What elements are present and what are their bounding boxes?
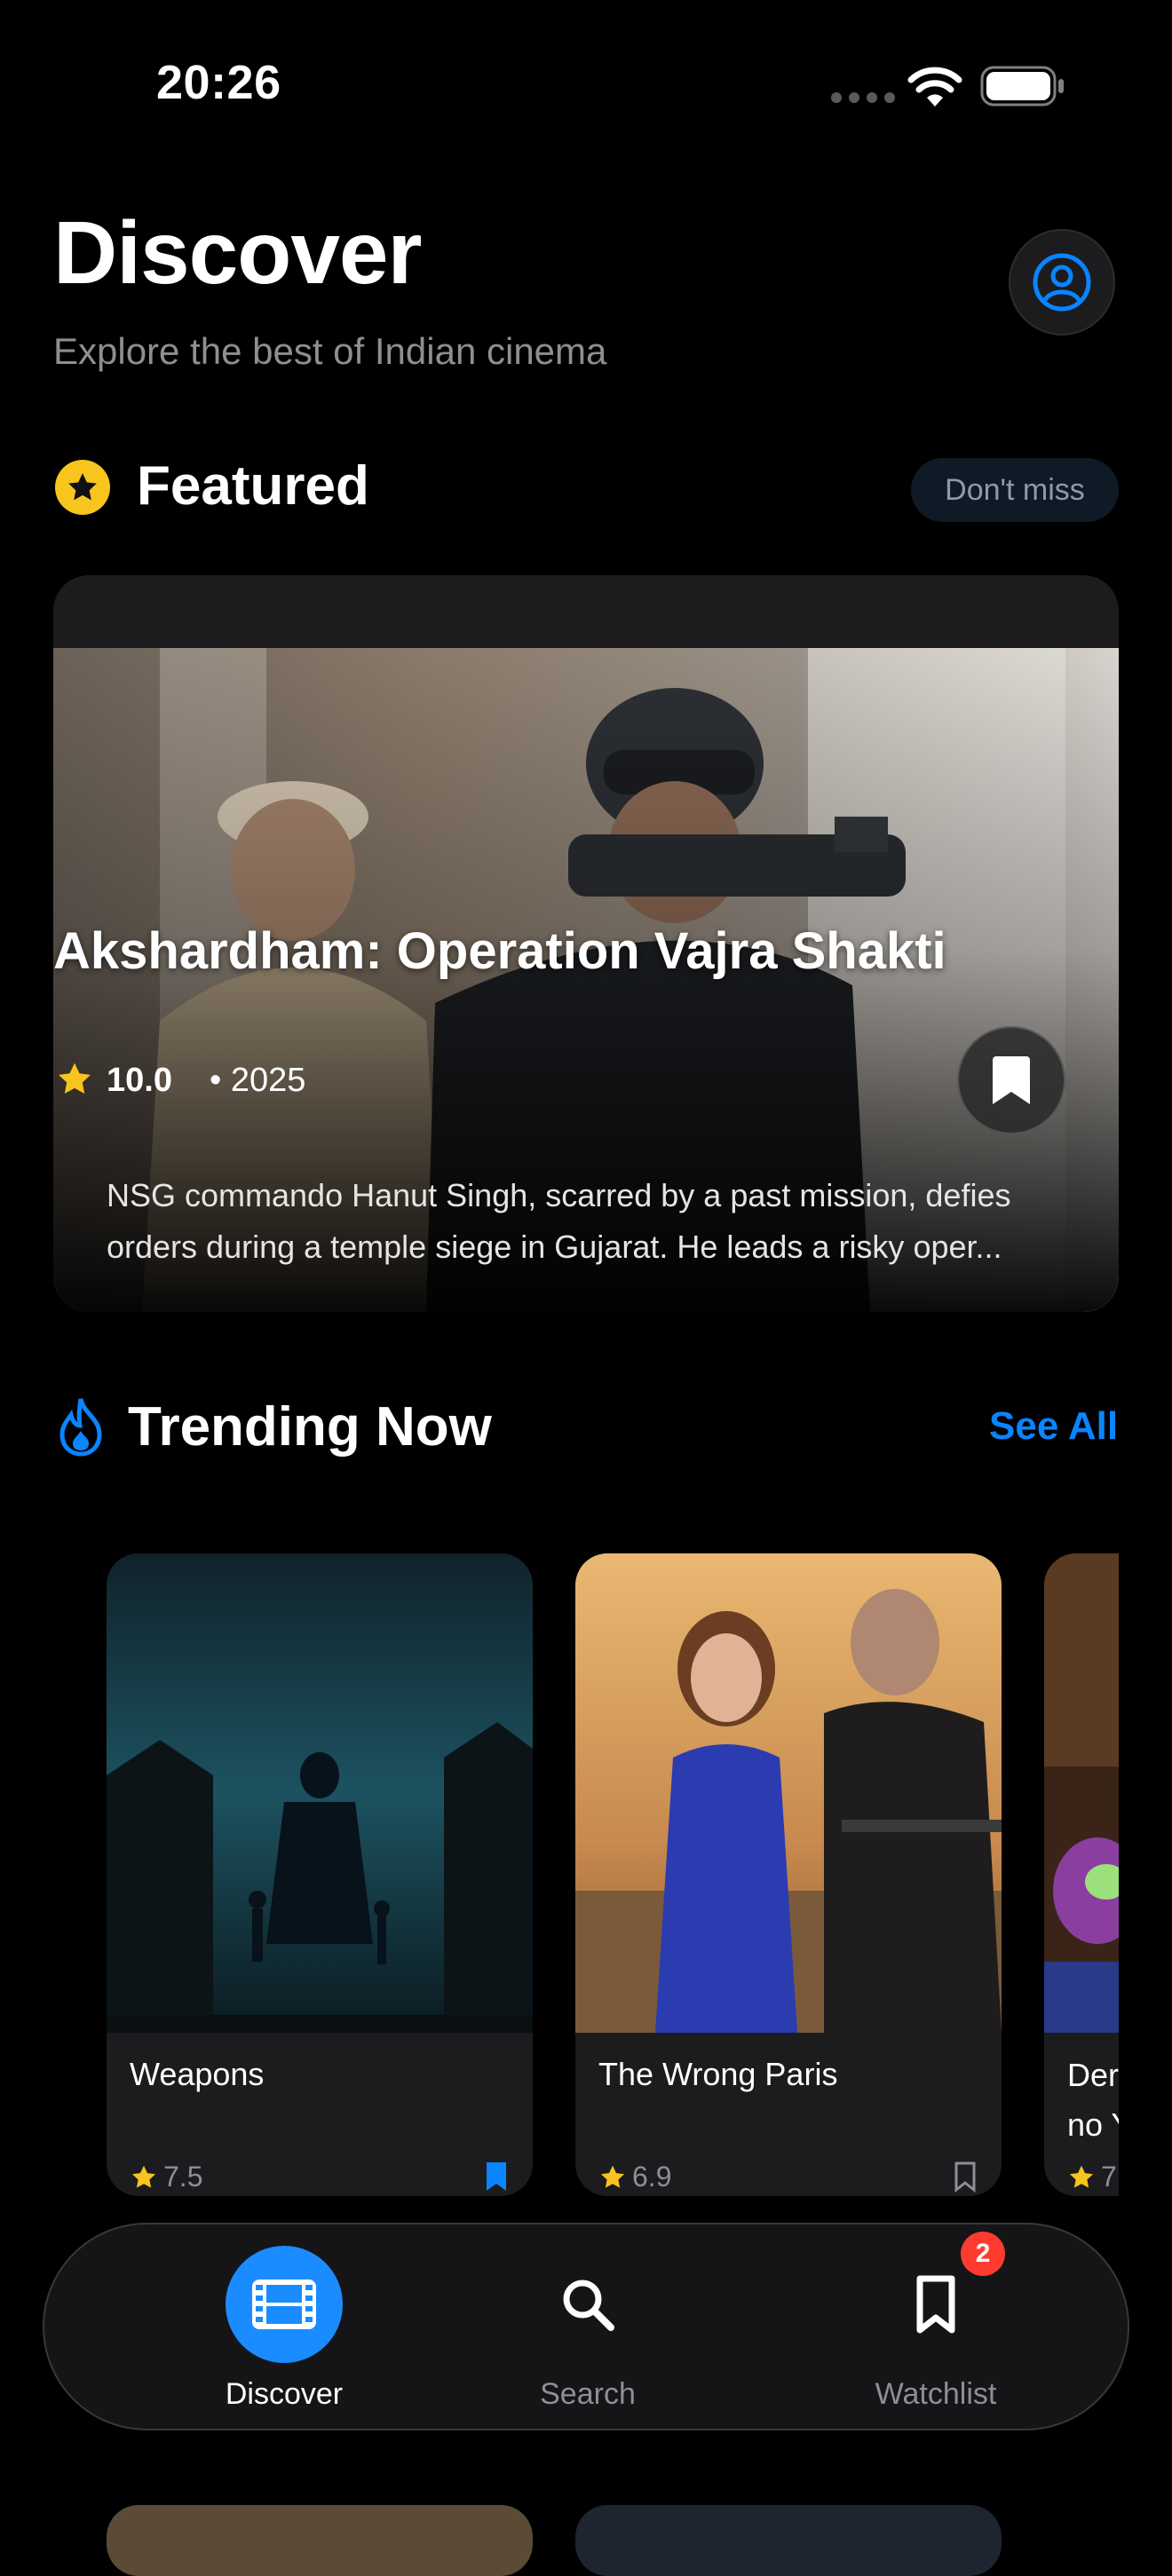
featured-movie-title: Akshardham: Operation Vajra Shakti	[53, 922, 946, 980]
wifi-icon	[907, 67, 962, 107]
flame-icon	[59, 1398, 102, 1457]
page-title: Discover	[53, 203, 422, 303]
tab-discover[interactable]: Discover	[147, 2224, 414, 2432]
poster-title: The Wrong Paris	[598, 2056, 838, 2092]
poster-image	[107, 1553, 533, 2033]
poster-image	[575, 1553, 1002, 2033]
next-row-card	[575, 2505, 1002, 2576]
film-icon	[240, 2260, 329, 2349]
dont-miss-badge: Don't miss	[911, 458, 1119, 522]
star-icon	[59, 1063, 91, 1094]
poster-rating: 6.9	[632, 2161, 672, 2193]
tab-label: Discover	[225, 2377, 344, 2411]
status-time: 20:26	[156, 56, 281, 109]
bookmark-icon	[891, 2260, 980, 2349]
tab-search[interactable]: Search	[455, 2224, 721, 2432]
featured-rating: 10.0	[107, 1062, 172, 1099]
user-circle-icon	[1033, 253, 1091, 312]
poster-image	[1044, 1553, 1119, 2033]
poster-title: Weapons	[130, 2056, 265, 2092]
poster-title: Der no Y	[1067, 2057, 1119, 2143]
search-icon	[543, 2260, 632, 2349]
tab-label: Watchlist	[875, 2377, 997, 2411]
next-row-card	[107, 2505, 533, 2576]
page-subtitle: Explore the best of Indian cinema	[53, 330, 607, 372]
star-icon	[1069, 2165, 1094, 2188]
poster-rating: 7	[1101, 2161, 1117, 2193]
poster-rating: 7.5	[163, 2161, 203, 2193]
bookmark-filled-icon[interactable]	[485, 2161, 508, 2193]
cellular-signal-icon	[831, 92, 895, 103]
tab-watchlist[interactable]: Watchlist	[803, 2224, 1069, 2432]
battery-icon	[980, 66, 1064, 107]
star-icon	[131, 2165, 156, 2188]
trending-card[interactable]: Weapons 7.5	[107, 1553, 533, 2196]
featured-section-title: Featured	[137, 455, 369, 517]
star-icon	[600, 2165, 625, 2188]
see-all-link[interactable]: See All	[989, 1404, 1118, 1449]
star-badge-icon	[55, 460, 110, 515]
trending-card[interactable]: The Wrong Paris 6.9	[575, 1553, 1002, 2196]
bookmark-outline-icon[interactable]	[954, 2161, 977, 2193]
featured-description: NSG commando Hanut Singh, scarred by a p…	[107, 1177, 1011, 1265]
profile-button[interactable]	[1009, 229, 1115, 336]
featured-year: • 2025	[209, 1062, 306, 1099]
trending-section-title: Trending Now	[128, 1396, 492, 1458]
trending-card-partial[interactable]: Der no Y 7	[1044, 1553, 1119, 2196]
tab-label: Search	[540, 2377, 636, 2411]
watchlist-badge: 2	[961, 2232, 1005, 2276]
featured-bookmark-button[interactable]	[957, 1026, 1065, 1134]
bookmark-filled-icon	[993, 1056, 1030, 1104]
